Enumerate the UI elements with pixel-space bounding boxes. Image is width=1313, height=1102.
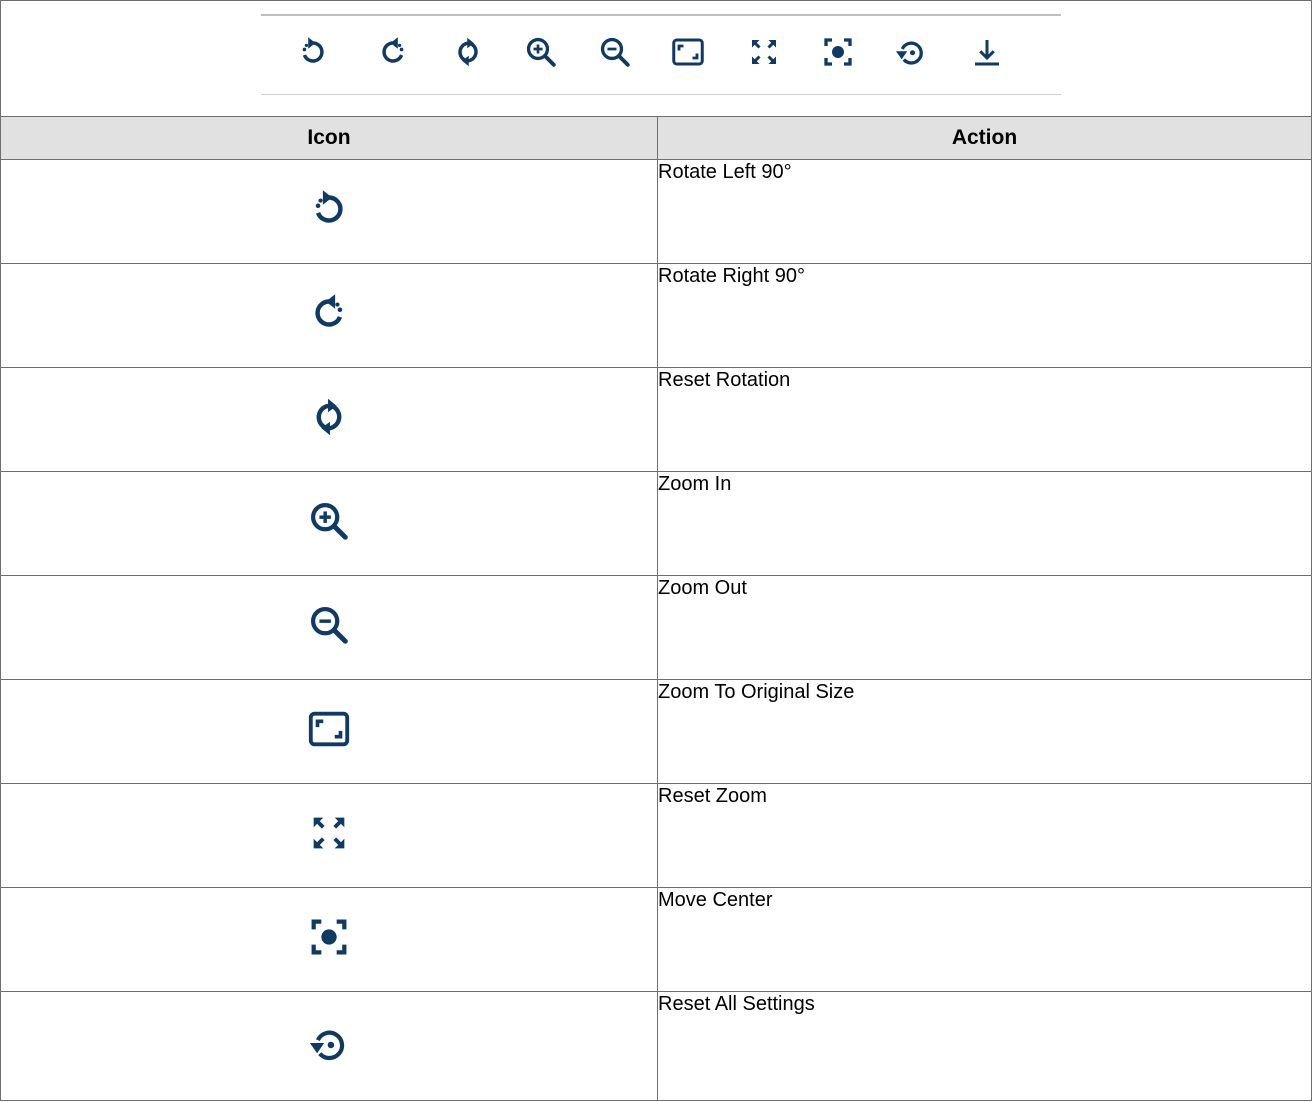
icon-cell xyxy=(0,991,658,1101)
table-row: Zoom Out xyxy=(0,575,1312,680)
toolbar-reset-zoom-button[interactable] xyxy=(745,35,783,73)
rotate-left-icon xyxy=(295,34,331,75)
icon-cell xyxy=(0,783,658,888)
icon-cell xyxy=(0,367,658,472)
action-column-header: Action xyxy=(657,116,1312,160)
action-label: Zoom In xyxy=(657,471,1312,576)
table-row: Reset All Settings xyxy=(0,991,1312,1101)
rotate-right-icon xyxy=(375,34,411,75)
toolbar-reset-all-button[interactable] xyxy=(892,35,930,73)
reset-all-icon xyxy=(893,34,929,75)
original-size-icon xyxy=(306,706,352,752)
zoom-in-icon xyxy=(306,498,352,544)
action-label: Rotate Left 90° xyxy=(657,159,1312,264)
reset-rotation-icon xyxy=(450,34,486,75)
toolbar-zoom-out-button[interactable] xyxy=(596,35,634,73)
action-label: Reset Zoom xyxy=(657,783,1312,888)
table-row: Reset Zoom xyxy=(0,783,1312,888)
reset-zoom-icon xyxy=(746,34,782,75)
table-row: Zoom In xyxy=(0,471,1312,576)
action-label: Zoom To Original Size xyxy=(657,679,1312,784)
move-center-icon xyxy=(820,34,856,75)
original-size-icon xyxy=(670,34,706,75)
zoom-out-icon xyxy=(597,34,633,75)
icon-cell xyxy=(0,575,658,680)
table-row: Rotate Right 90° xyxy=(0,263,1312,368)
icon-cell xyxy=(0,887,658,992)
rotate-right-icon xyxy=(306,290,352,336)
rotate-left-icon xyxy=(306,186,352,232)
action-label: Move Center xyxy=(657,887,1312,992)
toolbar-reset-rotation-button[interactable] xyxy=(449,35,487,73)
download-icon xyxy=(969,34,1005,75)
toolbar-zoom-in-button[interactable] xyxy=(522,35,560,73)
reset-rotation-icon xyxy=(306,394,352,440)
icon-reference-table: Icon Action Rotate Left 90° Rotate Right… xyxy=(0,0,1312,1101)
move-center-icon xyxy=(306,914,352,960)
icon-cell xyxy=(0,263,658,368)
action-label: Zoom Out xyxy=(657,575,1312,680)
table-row: Rotate Left 90° xyxy=(0,159,1312,264)
image-viewer-toolbar xyxy=(261,14,1061,95)
toolbar-move-center-button[interactable] xyxy=(819,35,857,73)
icon-cell xyxy=(0,471,658,576)
toolbar-rotate-right-button[interactable] xyxy=(374,35,412,73)
toolbar-download-button[interactable] xyxy=(968,35,1006,73)
action-label: Reset Rotation xyxy=(657,367,1312,472)
table-row: Reset Rotation xyxy=(0,367,1312,472)
action-label: Rotate Right 90° xyxy=(657,263,1312,368)
toolbar-rotate-left-button[interactable] xyxy=(294,35,332,73)
toolbar-preview-cell xyxy=(0,0,1312,117)
icon-cell xyxy=(0,159,658,264)
reset-all-icon xyxy=(306,1021,352,1067)
reset-zoom-icon xyxy=(306,810,352,856)
table-row: Zoom To Original Size xyxy=(0,679,1312,784)
zoom-out-icon xyxy=(306,602,352,648)
toolbar-original-size-button[interactable] xyxy=(669,35,707,73)
action-label: Reset All Settings xyxy=(657,991,1312,1101)
zoom-in-icon xyxy=(523,34,559,75)
icon-column-header: Icon xyxy=(0,116,658,160)
icon-cell xyxy=(0,679,658,784)
table-row: Move Center xyxy=(0,887,1312,992)
